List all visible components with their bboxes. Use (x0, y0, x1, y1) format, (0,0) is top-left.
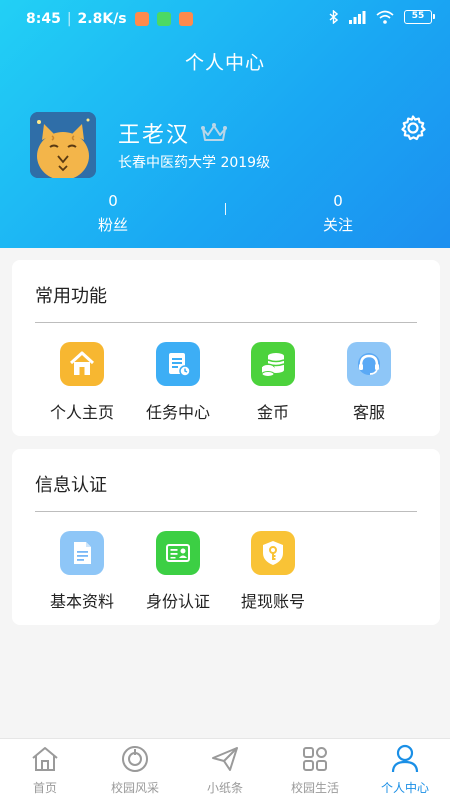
grid-item-label: 任务中心 (145, 403, 210, 422)
app-notification-icon-2 (178, 12, 193, 26)
section-title: 信息认证 (35, 475, 107, 496)
stat-divider (225, 203, 226, 215)
gear-icon (401, 115, 426, 141)
grid-item-label: 基本资料 (49, 592, 114, 611)
username: 王老汉 (118, 123, 191, 148)
identity-verification-button[interactable]: 身份认证 (133, 531, 223, 612)
status-speed: 2.8K/s (77, 11, 127, 27)
tab-label: 校园生活 (290, 781, 339, 795)
person-icon (360, 743, 450, 775)
tab-notes[interactable]: 小纸条 (180, 743, 270, 796)
follow-count: 0 (333, 192, 343, 210)
headset-icon (347, 342, 391, 386)
section-title: 常用功能 (35, 286, 107, 307)
task-icon (156, 342, 200, 386)
common-functions-card: 常用功能 个人主页 任务中心 金币 客服 (12, 260, 440, 436)
shield-key-icon (251, 531, 295, 575)
follow-stat[interactable]: 0 关注 (288, 192, 388, 235)
task-center-button[interactable]: 任务中心 (133, 342, 223, 423)
paper-plane-icon (180, 743, 270, 775)
download-notification-icon (156, 12, 171, 26)
fans-count: 0 (108, 192, 118, 210)
grid-item-label: 客服 (352, 403, 385, 422)
signal-icon (349, 11, 366, 24)
tab-label: 小纸条 (206, 781, 243, 795)
crown-icon (201, 123, 228, 141)
grid-icon (270, 743, 360, 775)
divider (35, 322, 417, 323)
follow-label: 关注 (322, 216, 353, 234)
home-icon (60, 342, 104, 386)
battery-icon: 55 (404, 10, 435, 24)
tab-home[interactable]: 首页 (0, 743, 90, 796)
tab-label: 首页 (32, 781, 57, 795)
tab-personal-center[interactable]: 个人中心 (360, 743, 450, 796)
document-icon (60, 531, 104, 575)
grid-item-label: 个人主页 (49, 403, 114, 422)
tab-campus-life[interactable]: 校园生活 (270, 743, 360, 796)
withdraw-account-button[interactable]: 提现账号 (228, 531, 318, 612)
status-bar: 8:45 | 2.8K/s 55 (0, 0, 450, 40)
app-notification-icon (134, 12, 149, 26)
fans-stat[interactable]: 0 粉丝 (63, 192, 163, 235)
bottom-tab-bar: 首页 校园风采 小纸条 校园生活 个人中心 (0, 738, 450, 800)
settings-button[interactable] (399, 114, 427, 142)
id-card-icon (156, 531, 200, 575)
divider (35, 511, 417, 512)
grid-item-label: 提现账号 (240, 592, 305, 611)
tab-label: 校园风采 (110, 781, 159, 795)
home-outline-icon (0, 743, 90, 775)
tab-campus-style[interactable]: 校园风采 (90, 743, 180, 796)
bluetooth-icon (329, 10, 338, 24)
grid-item-label: 身份认证 (145, 592, 210, 611)
status-time: 8:45 (26, 11, 61, 27)
customer-service-button[interactable]: 客服 (324, 342, 414, 423)
coins-button[interactable]: 金币 (228, 342, 318, 423)
page-title: 个人中心 (184, 52, 265, 74)
personal-homepage-button[interactable]: 个人主页 (37, 342, 127, 423)
coins-icon (251, 342, 295, 386)
campus-icon (90, 743, 180, 775)
school-info: 长春中医药大学 2019级 (118, 155, 271, 171)
avatar[interactable] (30, 112, 96, 178)
wifi-icon (376, 10, 394, 24)
tab-label: 个人中心 (380, 781, 429, 795)
fans-label: 粉丝 (97, 216, 128, 234)
basic-info-button[interactable]: 基本资料 (37, 531, 127, 612)
info-verification-card: 信息认证 基本资料 身份认证 提现账号 (12, 449, 440, 625)
grid-item-label: 金币 (256, 403, 289, 422)
profile-header: 8:45 | 2.8K/s 55 个人中心 王老汉 长春中医药大学 2019级 … (0, 0, 450, 248)
